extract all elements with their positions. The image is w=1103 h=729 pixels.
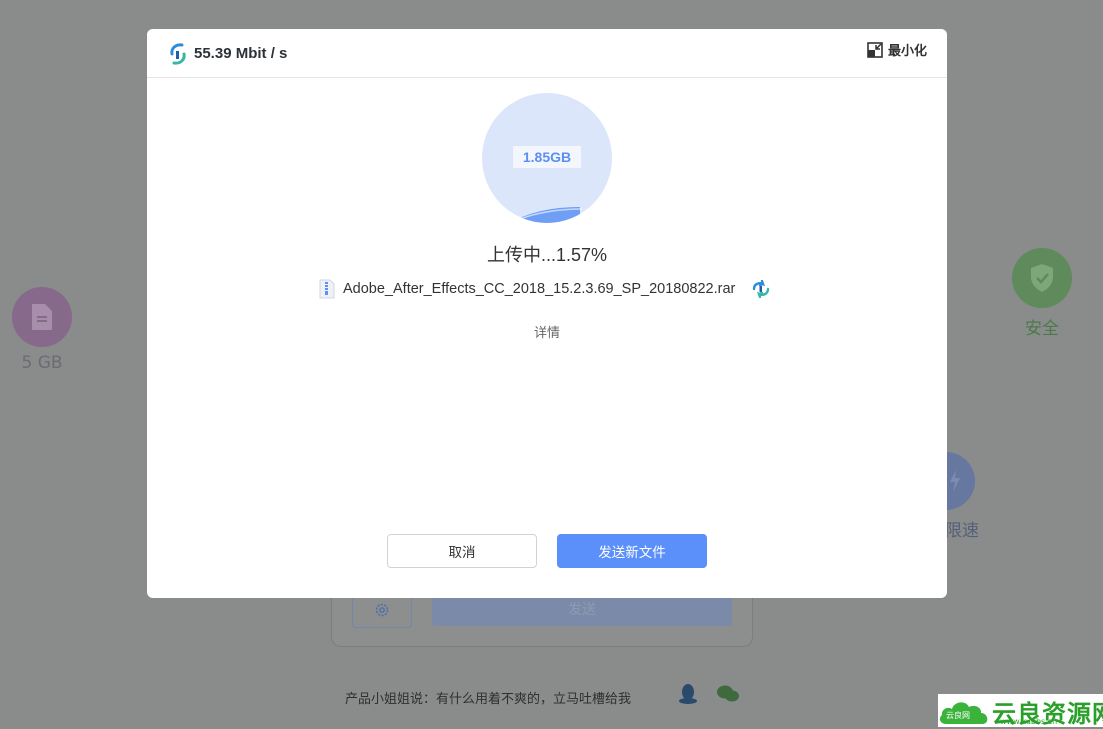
file-name: Adobe_After_Effects_CC_2018_15.2.3.69_SP… [343, 281, 736, 297]
document-icon [12, 287, 72, 347]
cancel-button[interactable]: 取消 [387, 534, 537, 568]
minimize-label: 最小化 [887, 44, 927, 59]
file-size: 1.85GB [513, 146, 581, 168]
watermark-url: www.kubbs.cn [1000, 717, 1058, 726]
sync-icon [753, 280, 770, 298]
minimize-button[interactable]: 最小化 [867, 40, 927, 59]
watermark-cloud-text: 云良网 [946, 711, 970, 720]
progress-circle: 1.85GB [482, 93, 612, 223]
shield-check-icon [1012, 248, 1072, 308]
send-new-file-button[interactable]: 发送新文件 [557, 534, 707, 568]
qq-icon[interactable] [678, 683, 698, 709]
upload-status: 上传中...1.57% [486, 245, 608, 265]
dialog-header: 55.39 Mbit / s 最小化 [147, 29, 947, 78]
archive-file-icon [319, 279, 335, 299]
watermark-logo: 云良网 云良资源网 www.kubbs.cn [938, 694, 1103, 728]
feedback-text: 产品小姐姐说：有什么用着不爽的，立马吐槽给我 [345, 692, 632, 707]
storage-feature: 5 GB [12, 287, 72, 373]
transfer-speed: 55.39 Mbit / s [194, 45, 288, 62]
speed-limit-label: 限速 [945, 521, 979, 541]
wechat-icon[interactable] [716, 684, 740, 708]
gear-icon [375, 603, 389, 617]
minimize-icon [867, 41, 883, 58]
security-feature: 安全 [1010, 248, 1074, 339]
security-label: 安全 [1025, 319, 1059, 339]
transfer-logo-icon [170, 43, 186, 65]
details-link[interactable]: 详情 [147, 322, 947, 341]
storage-label: 5 GB [21, 353, 63, 373]
file-row: Adobe_After_Effects_CC_2018_15.2.3.69_SP… [319, 278, 773, 300]
upload-dialog: 55.39 Mbit / s 最小化 1.85GB 上传中...1.57% Ad… [147, 29, 947, 598]
